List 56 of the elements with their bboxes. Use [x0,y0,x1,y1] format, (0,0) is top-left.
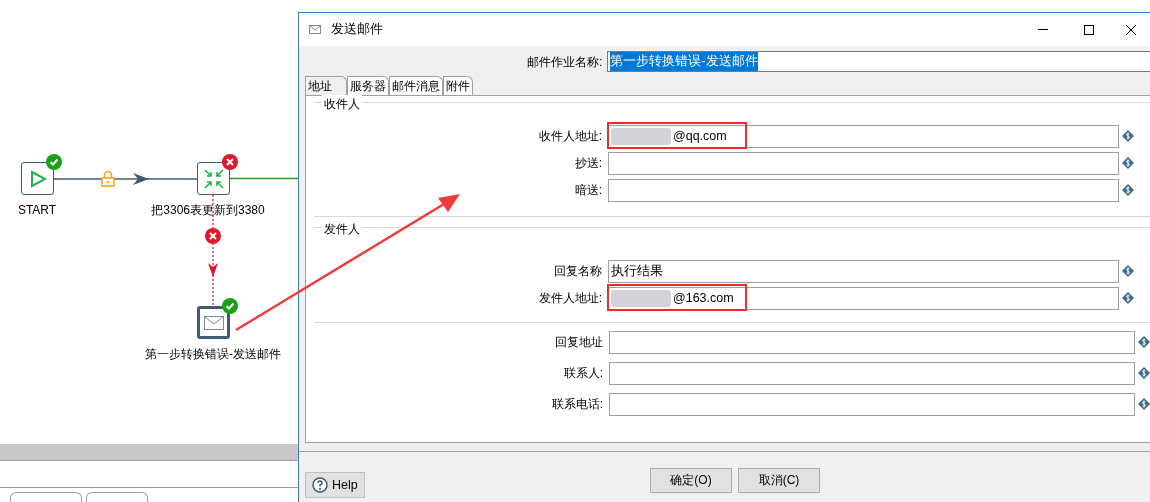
job-node[interactable] [21,162,54,195]
field-label: 邮件作业名称: [527,53,604,71]
input-field[interactable]: @163.com [608,286,1119,310]
node-label: 第一步转换错误-发送邮件 [145,346,281,363]
input-field[interactable] [609,392,1135,416]
hop-line [230,177,298,180]
dialog-button[interactable]: 取消(C) [738,467,820,493]
input-field[interactable] [609,361,1135,385]
field-label: 收件人地址: [537,128,603,146]
node-label: 把3306表更新到3380 [151,202,265,219]
job-node[interactable] [197,306,230,339]
error-icon [205,228,221,244]
help-icon [312,477,328,494]
input-field[interactable] [609,330,1135,354]
field-label: 回复地址 [554,334,604,352]
node-label: START [17,202,57,219]
dialog-button[interactable]: 确定(O) [650,467,732,493]
input-field[interactable]: 执行结果 [608,259,1119,283]
job-node[interactable] [197,162,230,195]
field-label: 回复名称 [553,263,603,281]
lock-icon [101,170,115,187]
field-value: 第一步转换错误-发送邮件 [610,52,758,72]
input-field[interactable] [608,151,1119,175]
field-value: @163.com [673,290,734,308]
input-field[interactable] [608,178,1119,202]
field-label: 发件人地址: [537,290,603,308]
bottom-tab[interactable] [86,492,148,502]
tab[interactable]: 服务器 [347,75,389,95]
window-title: 发送邮件 [331,21,383,39]
field-label: 抄送: [573,155,603,173]
maximize-icon [1084,24,1094,35]
input-field[interactable]: 第一步转换错误-发送邮件 [607,51,1150,73]
variable-icon[interactable] [1122,292,1134,305]
variable-icon[interactable] [1122,184,1134,197]
tab[interactable]: 附件 [443,75,473,95]
envelope-icon [309,25,321,34]
field-label: 暗送: [573,182,603,200]
input-field[interactable]: @qq.com [608,124,1119,148]
variable-icon[interactable] [1138,398,1150,411]
tab[interactable]: 地址 [305,75,347,95]
variable-icon[interactable] [1138,336,1150,349]
field-label: 联系电话: [550,396,604,414]
variable-icon[interactable] [1138,367,1150,380]
variable-icon[interactable] [1122,157,1134,170]
minimize-icon [1038,29,1048,30]
close-icon [1126,24,1136,35]
bottom-tab[interactable] [10,492,82,502]
variable-icon[interactable] [1122,265,1134,278]
envelope-icon [203,315,224,330]
field-value: 执行结果 [611,263,663,281]
arrows-inward-icon [202,167,225,190]
field-value: @qq.com [673,128,727,146]
variable-icon[interactable] [1122,130,1134,143]
field-label: 联系人: [562,365,604,383]
tab[interactable]: 邮件消息 [389,75,443,95]
help-button[interactable]: Help [305,472,365,499]
